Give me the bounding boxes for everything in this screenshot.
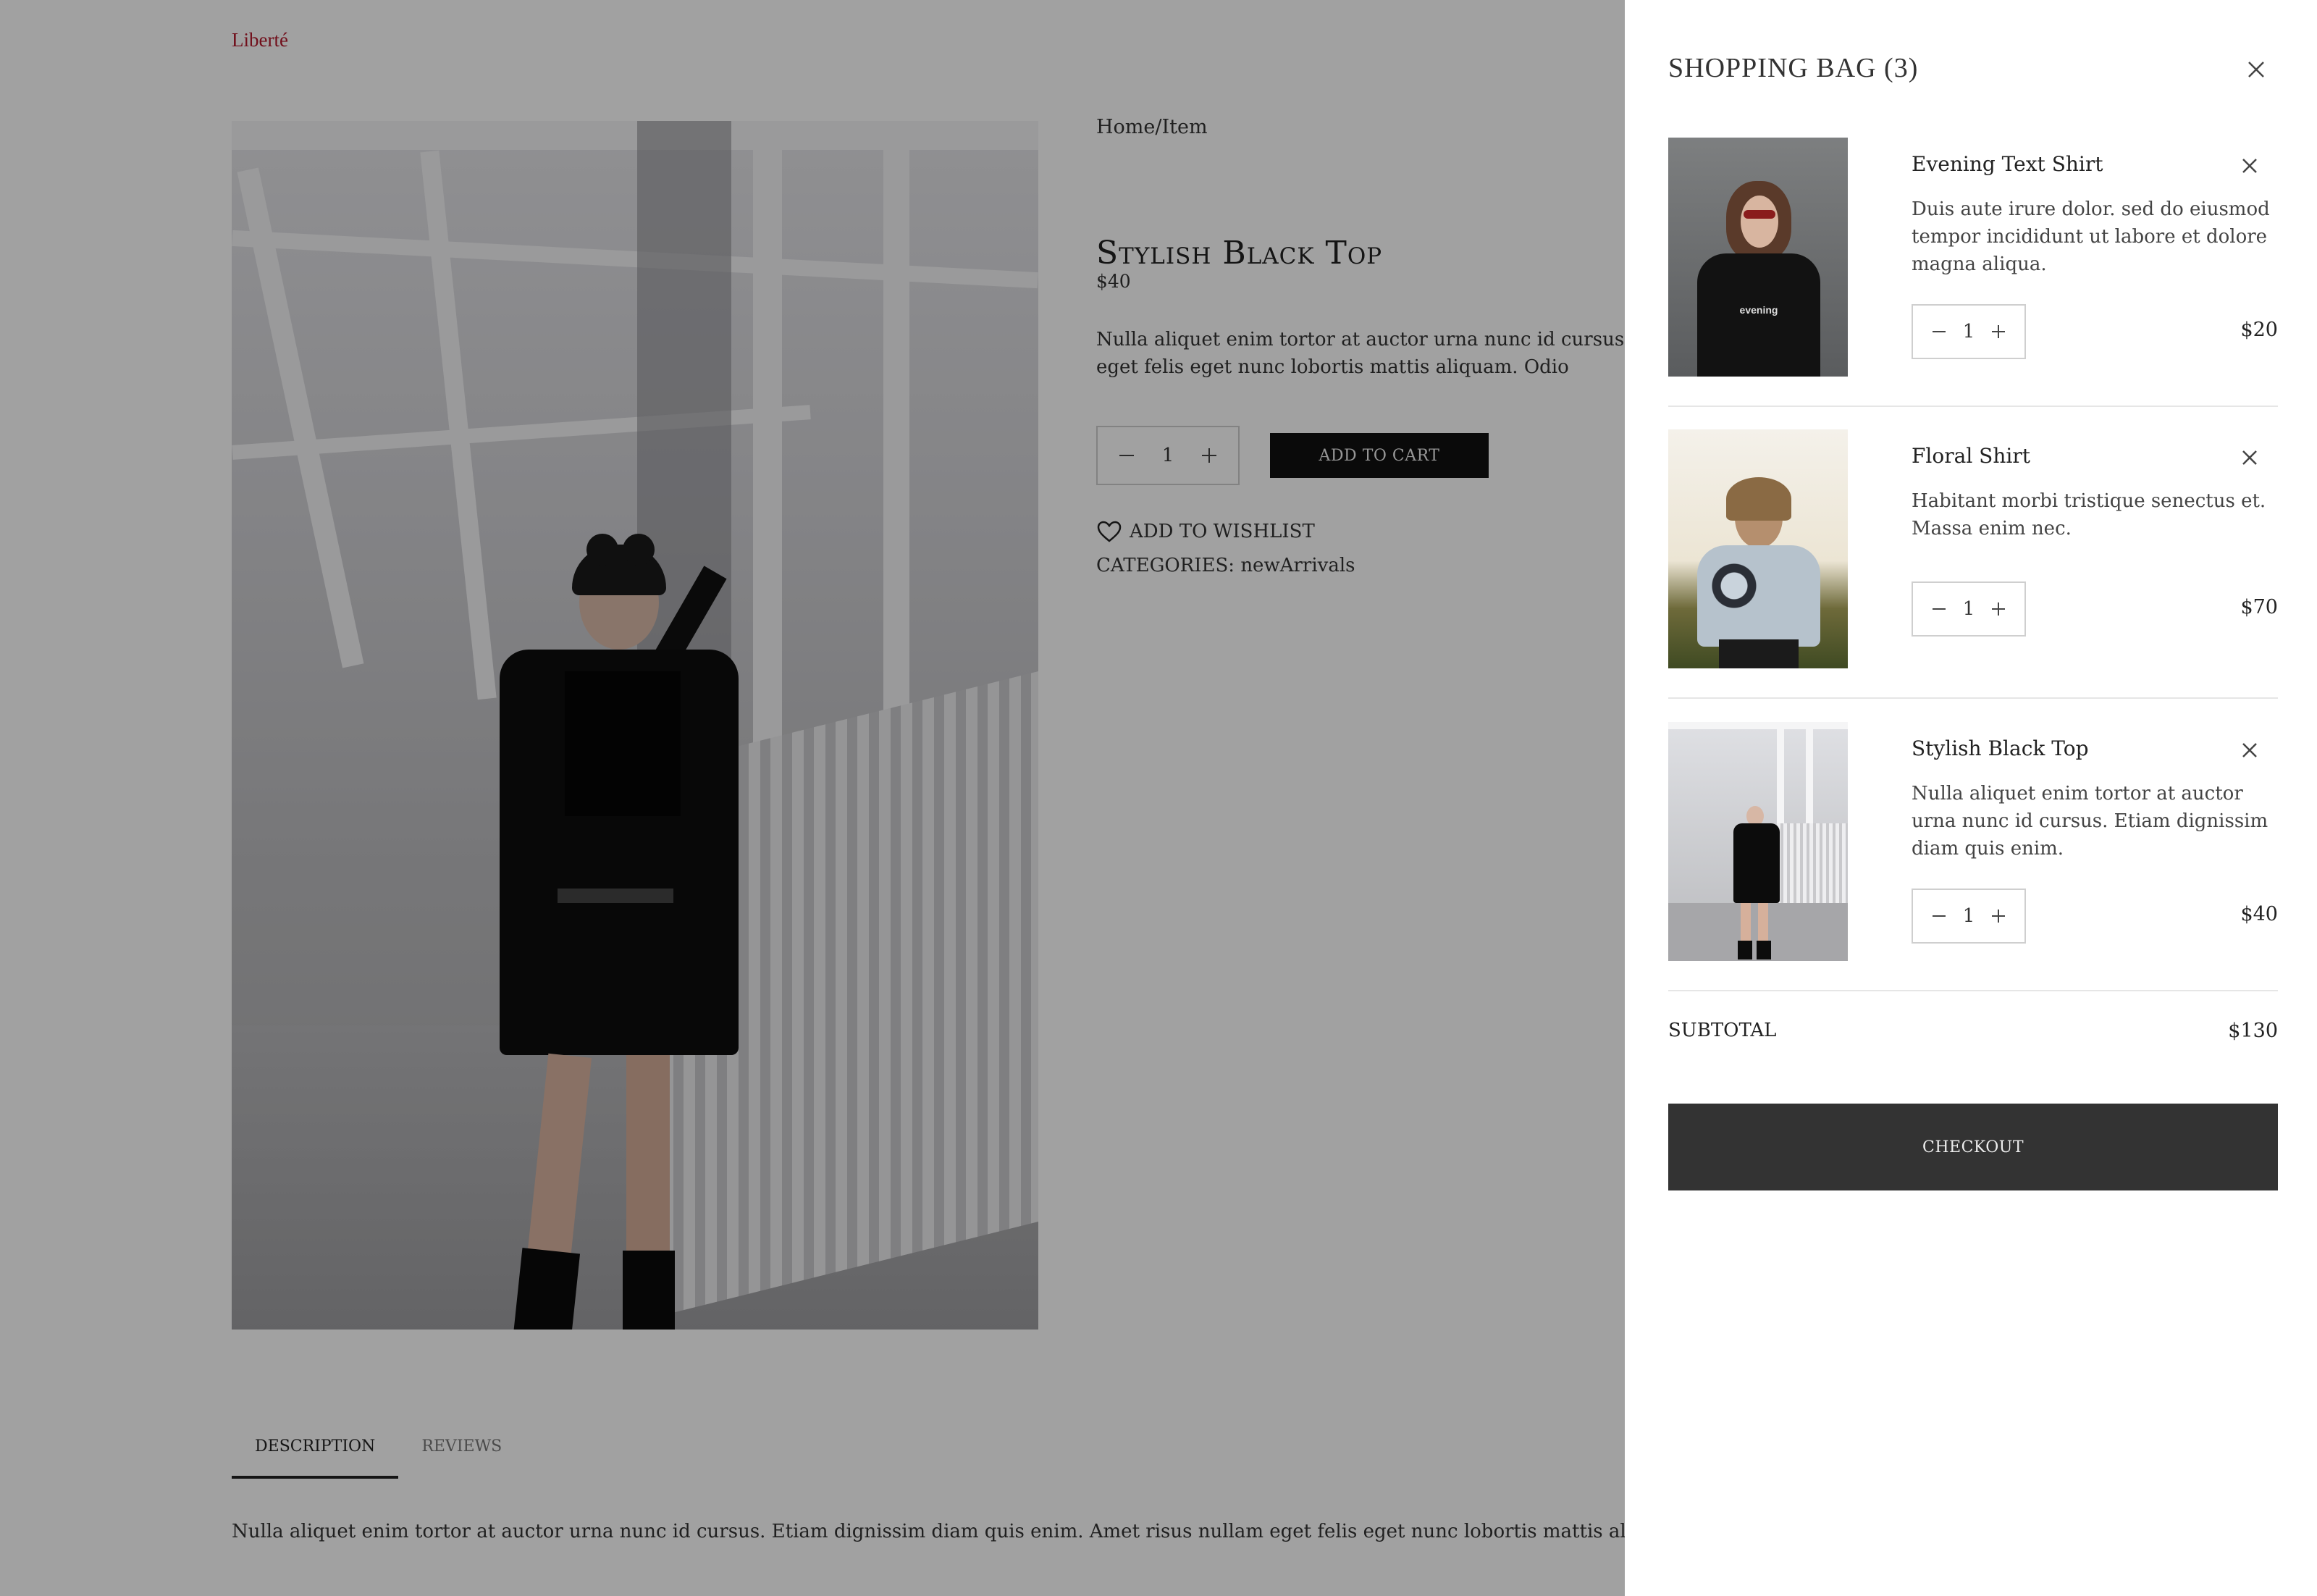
subtotal-value: $130 <box>2228 1020 2278 1042</box>
close-icon[interactable] <box>2243 56 2269 83</box>
cart-item-description: Nulla aliquet enim tortor at auctor urna… <box>1912 783 2268 860</box>
close-icon[interactable] <box>2239 739 2261 761</box>
drawer-title: SHOPPING BAG (3) <box>1668 53 1919 83</box>
cart-item-price: $70 <box>2240 596 2278 618</box>
shopping-bag-drawer: SHOPPING BAG (3) evening Evening Text Sh… <box>1625 0 2317 1596</box>
subtotal-label: SUBTOTAL <box>1668 1020 1777 1041</box>
close-icon[interactable] <box>2239 447 2261 469</box>
quantity-value[interactable]: 1 <box>1963 598 1975 620</box>
cart-item-image <box>1668 429 1848 668</box>
cart-item: Stylish Black Top Nulla aliquet enim tor… <box>1668 722 2278 1013</box>
quantity-value[interactable]: 1 <box>1963 321 1975 343</box>
plus-icon[interactable] <box>1984 902 2013 931</box>
divider <box>1668 697 2278 699</box>
cart-item-image <box>1668 722 1848 961</box>
close-icon[interactable] <box>2239 155 2261 177</box>
cart-item-quantity-stepper: 1 <box>1912 304 2026 359</box>
divider <box>1668 406 2278 407</box>
plus-icon[interactable] <box>1984 317 2013 346</box>
cart-item-image: evening <box>1668 138 1848 377</box>
cart-item-name[interactable]: Evening Text Shirt <box>1912 152 2103 176</box>
plus-icon[interactable] <box>1984 595 2013 623</box>
checkout-button[interactable]: CHECKOUT <box>1668 1104 2278 1190</box>
minus-icon[interactable] <box>1925 595 1954 623</box>
cart-item-name[interactable]: Floral Shirt <box>1912 444 2030 468</box>
cart-item-quantity-stepper: 1 <box>1912 889 2026 944</box>
cart-item: evening Evening Text Shirt Duis aute iru… <box>1668 138 2278 429</box>
cart-item-quantity-stepper: 1 <box>1912 581 2026 637</box>
cart-item: Floral Shirt Habitant morbi tristique se… <box>1668 429 2278 721</box>
cart-item-price: $20 <box>2240 319 2278 341</box>
divider <box>1668 990 2278 991</box>
thumb-print-text: evening <box>1739 304 1778 316</box>
cart-item-name[interactable]: Stylish Black Top <box>1912 736 2089 760</box>
quantity-value[interactable]: 1 <box>1963 905 1975 927</box>
minus-icon[interactable] <box>1925 317 1954 346</box>
cart-item-description: Duis aute irure dolor. sed do eiusmod te… <box>1912 198 2270 275</box>
minus-icon[interactable] <box>1925 902 1954 931</box>
cart-item-description: Habitant morbi tristique senectus et. Ma… <box>1912 490 2266 539</box>
cart-item-price: $40 <box>2240 903 2278 925</box>
